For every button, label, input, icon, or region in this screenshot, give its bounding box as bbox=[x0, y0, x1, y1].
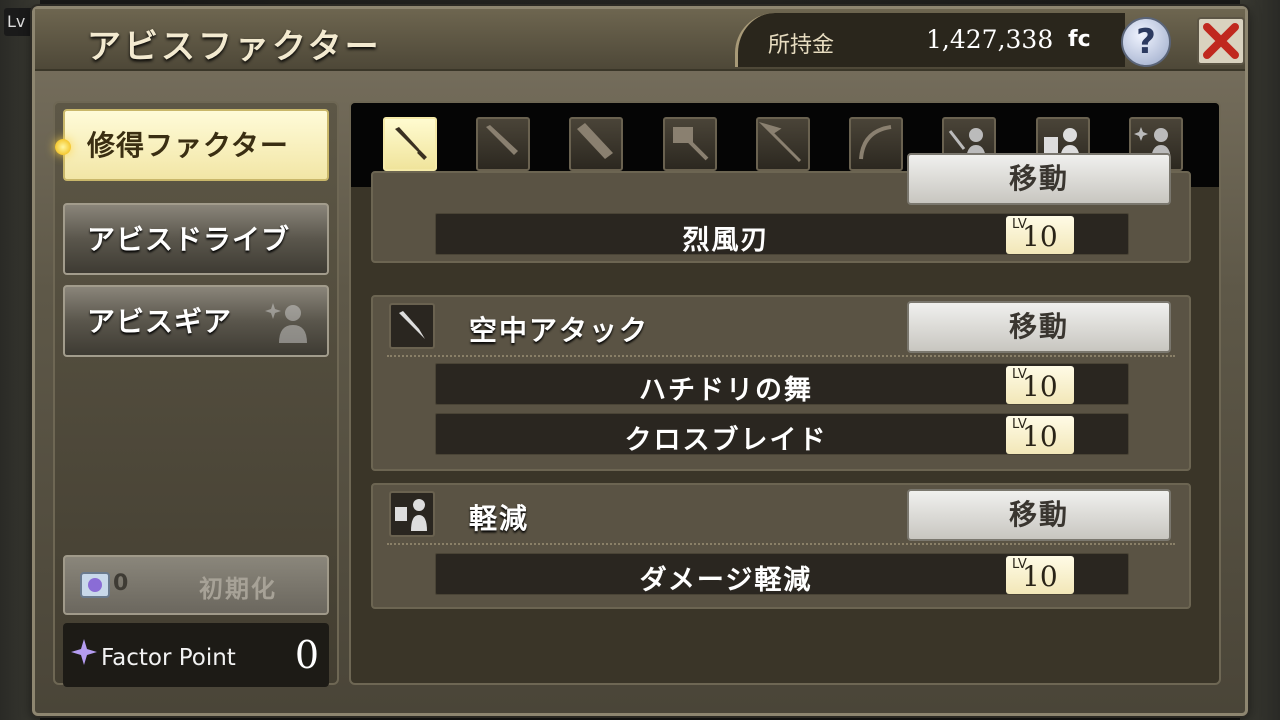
level-badge-value: 10 bbox=[1022, 420, 1058, 453]
level-badge: LV 10 bbox=[1006, 416, 1074, 454]
skill-row: クロスブレイド LV 10 bbox=[435, 413, 1129, 456]
great-sword-icon bbox=[577, 123, 613, 159]
group-divider bbox=[387, 543, 1175, 545]
money-display: 所持金 1,427,338 fc bbox=[735, 13, 1125, 67]
close-icon bbox=[1203, 23, 1239, 59]
level-badge: LV 10 bbox=[1006, 556, 1074, 594]
sidebar-item-abyss-drive[interactable]: アビスドライブ bbox=[63, 203, 329, 275]
move-button[interactable]: 移動 bbox=[907, 301, 1171, 353]
sword-icon bbox=[486, 125, 518, 155]
sidebar-item-abyss-gear[interactable]: アビスギア bbox=[63, 285, 329, 357]
money-value: 1,427,338 bbox=[926, 25, 1054, 54]
scroll-icon bbox=[80, 572, 110, 598]
active-indicator bbox=[55, 139, 71, 155]
group-title: 空中アタック bbox=[469, 314, 650, 347]
factor-point-value: 0 bbox=[294, 633, 319, 677]
group-title: 軽減 bbox=[469, 502, 530, 535]
factor-point-icon bbox=[71, 639, 97, 665]
skill-row: ハチドリの舞 LV 10 bbox=[435, 363, 1129, 406]
spear-icon bbox=[758, 121, 802, 163]
sidebar-item-label: 修得ファクター bbox=[87, 129, 289, 162]
factor-group: 移動 烈風刃 LV 10 bbox=[371, 153, 1191, 263]
tab-sword[interactable] bbox=[476, 117, 530, 171]
level-badge: LV 10 bbox=[1006, 366, 1074, 404]
group-icon bbox=[389, 491, 435, 537]
skill-row: ダメージ軽減 LV 10 bbox=[435, 553, 1129, 596]
tab-blade[interactable] bbox=[383, 117, 437, 171]
reset-button[interactable]: 0 初期化 bbox=[63, 555, 329, 615]
skill-row: 烈風刃 LV 10 bbox=[435, 213, 1129, 256]
tab-spear[interactable] bbox=[756, 117, 810, 171]
skill-name: ダメージ軽減 bbox=[639, 565, 813, 596]
help-button[interactable]: ? bbox=[1121, 17, 1171, 67]
level-badge: LV 10 bbox=[1006, 216, 1074, 254]
factor-group: 空中アタック 移動 ハチドリの舞 LV 10 クロスブレイド LV 10 bbox=[371, 295, 1191, 471]
move-button[interactable]: 移動 bbox=[907, 153, 1171, 205]
hammer-icon bbox=[673, 127, 709, 161]
blade-icon bbox=[395, 127, 427, 160]
group-header: 空中アタック 移動 bbox=[373, 297, 1189, 359]
level-badge-value: 10 bbox=[1022, 370, 1058, 403]
window-title: アビスファクター bbox=[87, 27, 382, 67]
tab-hammer[interactable] bbox=[663, 117, 717, 171]
tab-great-sword[interactable] bbox=[569, 117, 623, 171]
close-button[interactable] bbox=[1197, 17, 1245, 65]
scythe-icon bbox=[859, 125, 892, 160]
sidebar-item-acquired-factor[interactable]: 修得ファクター bbox=[55, 109, 329, 181]
blade-icon bbox=[399, 311, 425, 339]
money-unit: fc bbox=[1068, 27, 1091, 52]
skill-name: 烈風刃 bbox=[682, 225, 770, 256]
reset-count: 0 bbox=[113, 571, 129, 596]
group-icon bbox=[389, 303, 435, 349]
level-badge-value: 10 bbox=[1022, 220, 1058, 253]
group-header: 軽減 移動 bbox=[373, 485, 1189, 547]
abyss-factor-window: アビスファクター 所持金 1,427,338 fc ? 修得ファクター アビスド… bbox=[32, 6, 1248, 716]
tab-scythe[interactable] bbox=[849, 117, 903, 171]
money-label: 所持金 bbox=[768, 33, 835, 58]
skill-name: クロスブレイド bbox=[624, 425, 828, 456]
factor-point-label: Factor Point bbox=[101, 645, 236, 671]
level-badge-value: 10 bbox=[1022, 560, 1058, 593]
armor-person-icon bbox=[395, 499, 427, 531]
sidebar-item-label: アビスドライブ bbox=[87, 223, 291, 256]
factor-content-panel: 移動 烈風刃 LV 10 空中アタック 移動 ハチドリの舞 LV 10 クロスブ… bbox=[349, 101, 1221, 685]
sparkle-person-icon bbox=[265, 303, 307, 343]
factor-group: 軽減 移動 ダメージ軽減 LV 10 bbox=[371, 483, 1191, 609]
sidebar-item-label: アビスギア bbox=[87, 305, 233, 338]
sidebar: 修得ファクター アビスドライブ アビスギア 0 初期化 Factor Point… bbox=[53, 101, 339, 687]
group-divider bbox=[387, 355, 1175, 357]
factor-point-display: Factor Point 0 bbox=[63, 623, 329, 687]
factor-list: 移動 烈風刃 LV 10 空中アタック 移動 ハチドリの舞 LV 10 クロスブ… bbox=[371, 153, 1191, 683]
skill-name: ハチドリの舞 bbox=[639, 375, 813, 406]
title-bar: アビスファクター 所持金 1,427,338 fc ? bbox=[35, 9, 1245, 71]
reset-label: 初期化 bbox=[199, 575, 277, 603]
move-button[interactable]: 移動 bbox=[907, 489, 1171, 541]
